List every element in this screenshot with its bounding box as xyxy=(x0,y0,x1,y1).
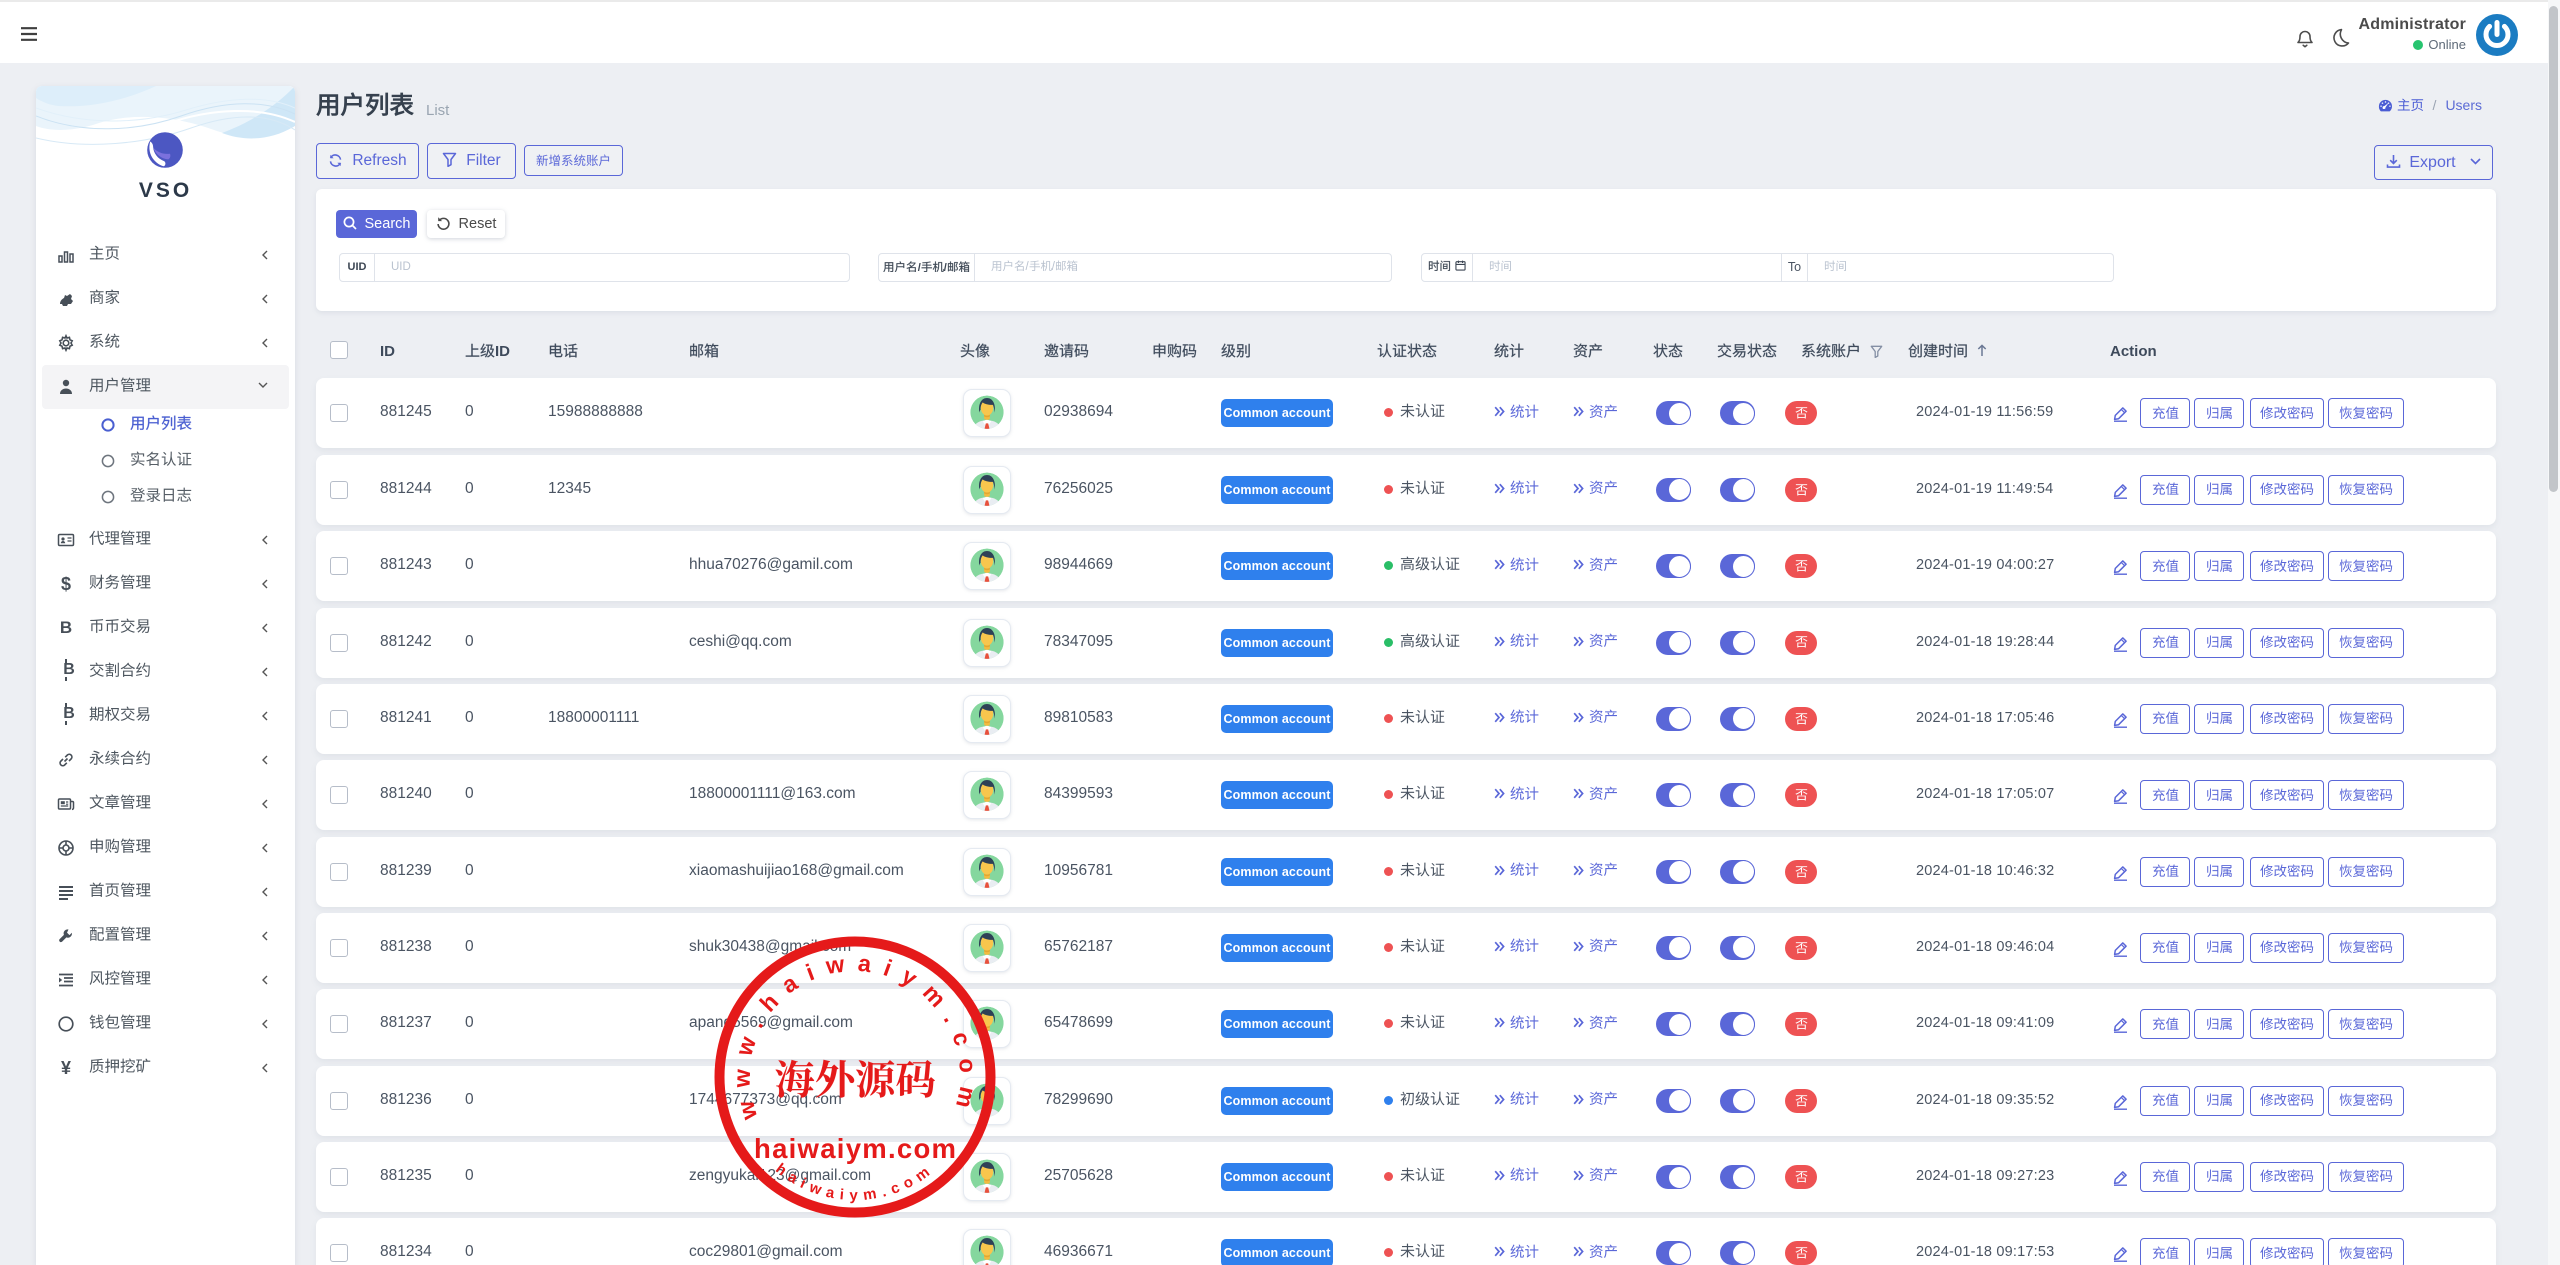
svg-text:haiwaiym.com: haiwaiym.com xyxy=(754,1133,956,1164)
